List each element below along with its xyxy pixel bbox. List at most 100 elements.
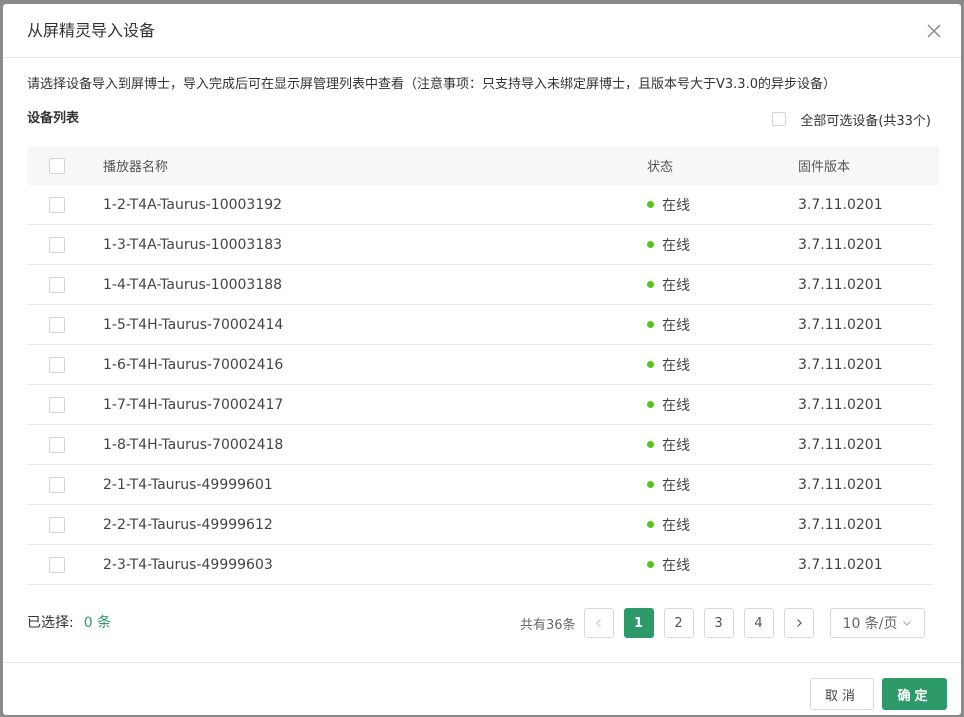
row-checkbox-cell[interactable] [49,276,65,297]
firmware-version: 3.7.11.0201 [798,436,883,453]
table-header: 播放器名称 状态 固件版本 [27,146,939,185]
online-status-dot-icon [647,201,654,208]
page-button-2[interactable]: 2 [663,608,694,638]
table-row[interactable]: 1-2-T4A-Taurus-10003192 在线 3.7.11.0201 [27,185,933,225]
table-row[interactable]: 2-1-T4-Taurus-49999601 在线 3.7.11.0201 [27,465,933,505]
import-notice: 请选择设备导入到屏博士，导入完成后可在显示屏管理列表中查看（注意事项：只支持导入… [27,77,836,92]
firmware-version: 3.7.11.0201 [798,516,883,533]
online-status-dot-icon [647,361,654,368]
row-checkbox[interactable] [49,396,65,413]
header-checkbox[interactable] [49,157,65,174]
firmware-version: 3.7.11.0201 [798,396,883,413]
firmware-version: 3.7.11.0201 [798,476,883,493]
row-checkbox-cell[interactable] [49,316,65,337]
device-status: 在线 [647,275,690,295]
device-status: 在线 [647,395,690,415]
device-name: 2-3-T4-Taurus-49999603 [103,556,273,573]
device-name: 1-8-T4H-Taurus-70002418 [103,436,284,453]
column-header-name: 播放器名称 [103,160,169,175]
row-checkbox-cell[interactable] [49,236,65,257]
row-checkbox-cell[interactable] [49,476,65,497]
device-status: 在线 [647,195,690,215]
row-checkbox[interactable] [49,516,65,533]
prev-page-button[interactable] [583,608,614,638]
row-checkbox[interactable] [49,476,65,493]
table-row[interactable]: 2-3-T4-Taurus-49999603 在线 3.7.11.0201 [27,545,933,585]
selected-label: 已选择: [27,615,74,631]
cancel-button[interactable]: 取消 [810,678,874,710]
table-row[interactable]: 1-3-T4A-Taurus-10003183 在线 3.7.11.0201 [27,225,933,265]
confirm-button[interactable]: 确定 [882,678,947,710]
table-row[interactable]: 1-6-T4H-Taurus-70002416 在线 3.7.11.0201 [27,345,933,385]
table-row[interactable]: 1-7-T4H-Taurus-70002417 在线 3.7.11.0201 [27,385,933,425]
row-checkbox-cell[interactable] [49,196,65,217]
page-button-1[interactable]: 1 [623,608,654,638]
table-row[interactable]: 1-8-T4H-Taurus-70002418 在线 3.7.11.0201 [27,425,933,465]
table-body: 1-2-T4A-Taurus-10003192 在线 3.7.11.0201 1-3-… [27,185,939,585]
row-checkbox[interactable] [49,236,65,253]
device-name: 1-4-T4A-Taurus-10003188 [103,276,283,293]
device-status: 在线 [647,315,690,335]
device-name: 1-5-T4H-Taurus-70002414 [103,316,284,333]
import-device-dialog: 从屏精灵导入设备 请选择设备导入到屏博士，导入完成后可在显示屏管理列表中查看（注… [3,4,961,715]
device-name: 1-6-T4H-Taurus-70002416 [103,356,284,373]
device-name: 2-2-T4-Taurus-49999612 [103,516,273,533]
chevron-down-icon [902,618,912,628]
device-name: 1-2-T4A-Taurus-10003192 [103,196,283,213]
firmware-version: 3.7.11.0201 [798,236,883,253]
page-button-3[interactable]: 3 [703,608,734,638]
device-list-title: 设备列表 [27,111,80,126]
online-status-dot-icon [647,401,654,408]
column-header-firmware: 固件版本 [798,160,851,175]
row-checkbox[interactable] [49,316,65,333]
selected-count: 0 条 [83,615,112,631]
chevron-right-icon [796,619,802,627]
firmware-version: 3.7.11.0201 [798,356,883,373]
device-status: 在线 [647,475,690,495]
table-row[interactable]: 1-4-T4A-Taurus-10003188 在线 3.7.11.0201 [27,265,933,305]
selected-summary: 已选择: 0 条 [27,614,111,632]
total-count: 共有36条 [520,617,576,633]
dialog-header: 从屏精灵导入设备 [3,4,961,58]
row-checkbox-cell[interactable] [49,556,65,577]
device-name: 2-1-T4-Taurus-49999601 [103,476,273,493]
table-row[interactable]: 1-5-T4H-Taurus-70002414 在线 3.7.11.0201 [27,305,933,345]
device-status: 在线 [647,555,690,575]
online-status-dot-icon [647,481,654,488]
row-checkbox[interactable] [49,436,65,453]
dialog-title: 从屏精灵导入设备 [27,21,156,40]
firmware-version: 3.7.11.0201 [798,196,883,213]
device-status: 在线 [647,355,690,375]
status-text: 在线 [662,477,690,494]
online-status-dot-icon [647,241,654,248]
select-all-checkbox[interactable] [772,112,787,126]
status-text: 在线 [662,237,690,254]
status-text: 在线 [662,437,690,454]
dialog-footer: 取消 确定 [3,662,961,715]
row-checkbox[interactable] [49,276,65,293]
page-size-select[interactable]: 10 条/页 [829,608,925,638]
table-row[interactable]: 2-2-T4-Taurus-49999612 在线 3.7.11.0201 [27,505,933,545]
online-status-dot-icon [647,441,654,448]
row-checkbox[interactable] [49,196,65,213]
select-all-devices[interactable]: 全部可选设备(共33个) [772,110,931,129]
device-table: 播放器名称 状态 固件版本 1-2-T4A-Taurus-10003192 在线 3… [27,146,939,585]
row-checkbox-cell[interactable] [49,356,65,377]
row-checkbox-cell[interactable] [49,516,65,537]
close-icon[interactable] [925,22,943,40]
status-text: 在线 [662,277,690,294]
device-status: 在线 [647,435,690,455]
row-checkbox[interactable] [49,556,65,573]
device-status: 在线 [647,515,690,535]
status-text: 在线 [662,197,690,214]
page-button-4[interactable]: 4 [743,608,774,638]
firmware-version: 3.7.11.0201 [798,316,883,333]
row-checkbox-cell[interactable] [49,436,65,457]
row-checkbox-cell[interactable] [49,396,65,417]
device-status: 在线 [647,235,690,255]
row-checkbox[interactable] [49,356,65,373]
header-checkbox-cell[interactable] [49,157,65,178]
status-text: 在线 [662,317,690,334]
page-size-value: 10 条/页 [842,616,898,632]
next-page-button[interactable] [783,608,814,638]
